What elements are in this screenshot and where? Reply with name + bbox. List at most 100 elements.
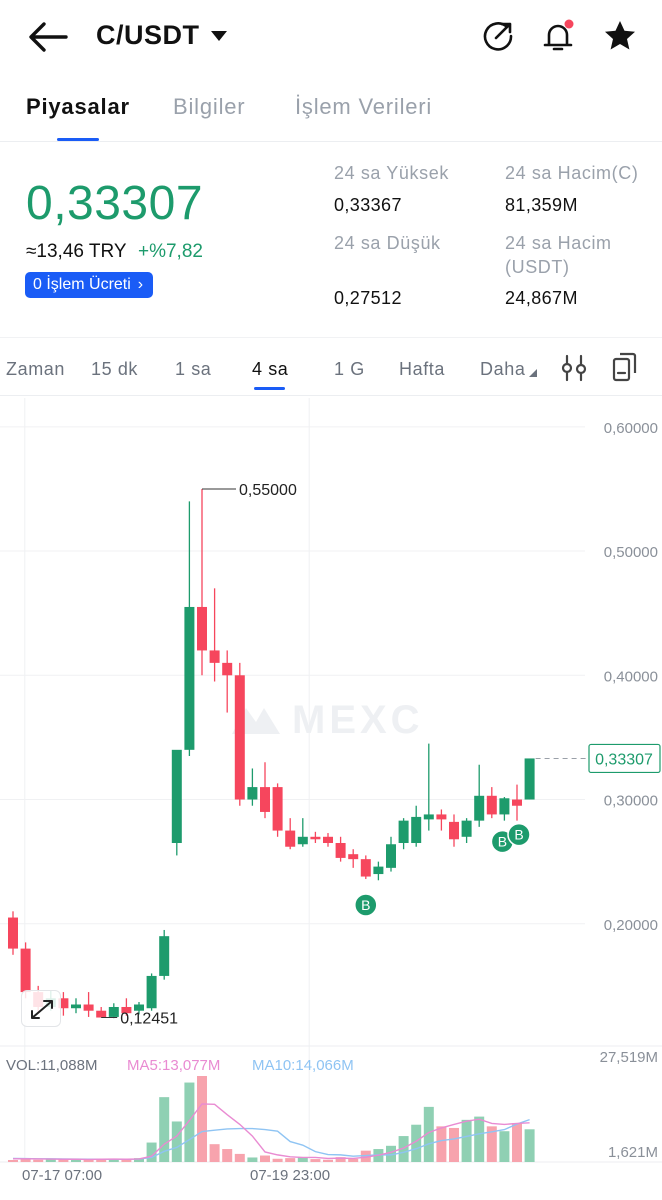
caret-down-icon[interactable] bbox=[211, 31, 227, 41]
notification-dot bbox=[564, 19, 574, 29]
expand-icon bbox=[31, 1000, 53, 1019]
candlestick-chart[interactable]: 0,60000 0,50000 0,40000 0,30000 0,20000 MEXC 0… bbox=[0, 396, 662, 1200]
volume-bar bbox=[348, 1158, 359, 1162]
buy-marker-label: B bbox=[498, 834, 507, 850]
low-value: 0,27512 bbox=[334, 288, 402, 308]
volume-bar bbox=[285, 1158, 296, 1162]
candle-body bbox=[524, 758, 535, 800]
candle-body bbox=[297, 836, 308, 845]
candle-body bbox=[386, 844, 396, 868]
buy-marker-label: B bbox=[514, 827, 523, 843]
high-label: 24 sa Yüksek bbox=[334, 163, 449, 183]
candle-body bbox=[222, 662, 233, 676]
fiat-approx: ≈13,46 TRY bbox=[26, 241, 127, 262]
volume-bar bbox=[260, 1155, 270, 1162]
volume-bar bbox=[8, 1160, 18, 1162]
chevron-right-icon: › bbox=[137, 276, 144, 293]
ma5-label: MA5:13,077M bbox=[127, 1057, 220, 1074]
tab-islem-verileri[interactable]: İşlem Verileri bbox=[295, 94, 432, 120]
back-arrow-icon[interactable] bbox=[26, 18, 70, 56]
candle-body bbox=[209, 650, 220, 663]
volume-bar bbox=[171, 1121, 182, 1162]
volume-bar bbox=[449, 1127, 459, 1162]
candle-body bbox=[146, 975, 157, 1009]
interval-daha[interactable]: Daha bbox=[480, 359, 525, 380]
interval-15dk[interactable]: 15 dk bbox=[91, 359, 138, 380]
volume-bar bbox=[323, 1159, 333, 1162]
candle-body bbox=[20, 948, 31, 993]
volume-bar bbox=[310, 1159, 321, 1162]
price-axis-label: 0,30000 bbox=[604, 793, 658, 810]
candle-body bbox=[8, 917, 18, 949]
candle-body bbox=[436, 814, 447, 820]
current-price-label: 0,33307 bbox=[595, 751, 653, 768]
active-tab-indicator bbox=[57, 138, 99, 141]
candle-body bbox=[159, 936, 170, 976]
interval-1sa[interactable]: 1 sa bbox=[175, 359, 211, 380]
volume-bar bbox=[184, 1082, 195, 1162]
candle-body bbox=[285, 830, 296, 847]
expand-chart-button[interactable] bbox=[21, 990, 61, 1027]
main-tabs: Piyasalar Bilgiler İşlem Verileri bbox=[0, 74, 662, 142]
volume-label: VOL:11,088M bbox=[6, 1057, 97, 1074]
candle-body bbox=[411, 816, 422, 844]
price-axis-label: 0,60000 bbox=[604, 420, 658, 437]
candle-body bbox=[348, 854, 359, 860]
active-interval-indicator bbox=[254, 387, 285, 390]
volume-bar bbox=[474, 1116, 485, 1162]
candle-body bbox=[234, 675, 245, 800]
price-axis-label: 0,20000 bbox=[604, 917, 658, 934]
volume-bar bbox=[222, 1149, 233, 1162]
candle-body bbox=[83, 1004, 94, 1011]
share-icon[interactable] bbox=[480, 18, 516, 54]
candle-body bbox=[373, 866, 384, 875]
candle-body bbox=[71, 1004, 81, 1009]
price-axis-label: 0,50000 bbox=[604, 544, 658, 561]
bell-icon[interactable] bbox=[540, 18, 576, 54]
candle-body bbox=[310, 836, 321, 840]
volume-bar bbox=[33, 1159, 44, 1162]
candle-body bbox=[423, 814, 434, 820]
vol-c-value: 81,359M bbox=[505, 195, 578, 215]
candle-body bbox=[335, 843, 346, 858]
candle-body bbox=[486, 795, 497, 815]
volume-bar bbox=[209, 1144, 220, 1162]
interval-hafta[interactable]: Hafta bbox=[399, 359, 445, 380]
candle-body bbox=[360, 859, 371, 877]
candle-body bbox=[323, 836, 333, 844]
indicator-settings-icon[interactable] bbox=[561, 353, 587, 383]
candle-body bbox=[260, 787, 270, 812]
candle-body bbox=[499, 798, 510, 815]
interval-1g[interactable]: 1 G bbox=[334, 359, 365, 380]
volume-bar bbox=[524, 1129, 535, 1162]
volume-bar bbox=[436, 1126, 447, 1162]
vol-usdt-value: 24,867M bbox=[505, 288, 578, 308]
volume-bar bbox=[461, 1119, 472, 1162]
candle-body bbox=[474, 795, 485, 821]
interval-4sa[interactable]: 4 sa bbox=[252, 359, 288, 380]
volume-bar bbox=[20, 1159, 31, 1162]
interval-zaman[interactable]: Zaman bbox=[6, 359, 65, 380]
tab-piyasalar[interactable]: Piyasalar bbox=[26, 94, 130, 120]
candle-body bbox=[197, 606, 207, 651]
candle-body bbox=[96, 1010, 107, 1018]
price-axis-label: 0,40000 bbox=[604, 668, 658, 685]
volume-bar bbox=[197, 1076, 207, 1162]
tab-bilgiler[interactable]: Bilgiler bbox=[173, 94, 245, 120]
more-caret-icon bbox=[529, 369, 537, 377]
pair-title[interactable]: C/USDT bbox=[96, 20, 200, 51]
star-icon[interactable] bbox=[602, 18, 638, 54]
volume-bar bbox=[247, 1157, 258, 1162]
fee-badge[interactable]: 0 İşlem Ücreti › bbox=[25, 272, 154, 298]
change-percent: +%7,82 bbox=[138, 241, 203, 262]
chart-mode-icon[interactable] bbox=[611, 351, 639, 383]
time-axis-label: 07-19 23:00 bbox=[250, 1167, 330, 1184]
high-value: 0,33367 bbox=[334, 195, 402, 215]
volume-bar bbox=[512, 1123, 522, 1162]
candle-body bbox=[247, 787, 258, 800]
volume-bar bbox=[108, 1159, 119, 1162]
candle-body bbox=[108, 1006, 119, 1017]
interval-bar: Zaman 15 dk 1 sa 4 sa 1 G Hafta Daha bbox=[0, 338, 662, 396]
buy-marker-label: B bbox=[361, 897, 370, 913]
candle-body bbox=[461, 820, 472, 837]
